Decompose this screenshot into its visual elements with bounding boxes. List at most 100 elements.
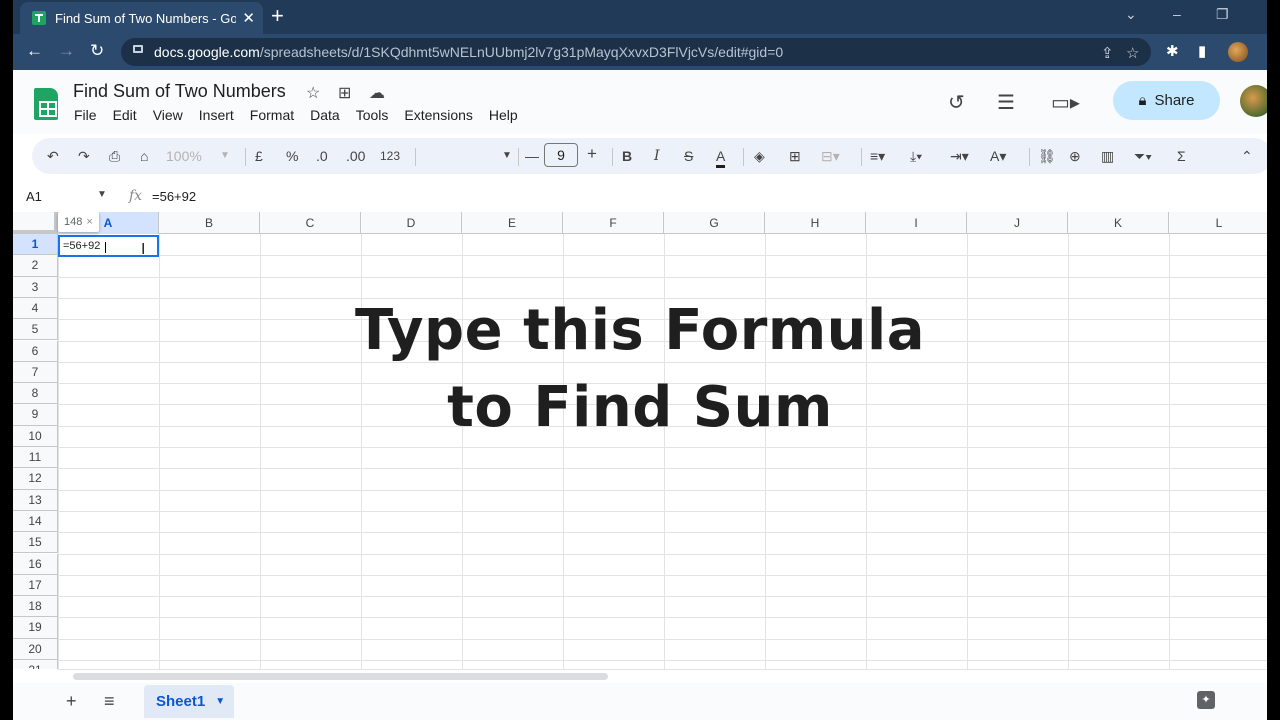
horizontal-align-icon[interactable]: ≡▾	[870, 147, 885, 165]
italic-button[interactable]: I	[654, 147, 660, 165]
forward-icon[interactable]: →	[58, 41, 75, 61]
paint-format-icon[interactable]: ⌂	[140, 147, 148, 165]
scrollbar-thumb[interactable]	[73, 673, 608, 680]
column-header-i[interactable]: I	[866, 212, 967, 234]
column-header-g[interactable]: G	[664, 212, 765, 234]
explore-icon[interactable]: ✦	[1197, 691, 1215, 709]
sheets-logo-icon[interactable]	[34, 88, 58, 120]
column-header-j[interactable]: J	[967, 212, 1068, 234]
column-header-b[interactable]: B	[159, 212, 260, 234]
row-header-2[interactable]: 2	[13, 255, 58, 277]
side-panel-icon[interactable]: ▮	[1198, 42, 1206, 60]
share-button[interactable]: 🔒︎ Share	[1113, 81, 1220, 120]
menu-insert[interactable]: Insert	[199, 107, 234, 123]
address-bar[interactable]: docs.google.com/spreadsheets/d/1SKQdhmt5…	[121, 38, 1151, 66]
cloud-saved-icon[interactable]: ☁	[369, 83, 385, 103]
version-history-icon[interactable]: ↺	[948, 90, 965, 115]
strikethrough-button[interactable]: S	[684, 147, 693, 165]
preview-close-icon[interactable]: ×	[86, 216, 92, 228]
vertical-align-icon[interactable]: ⤓▾	[910, 147, 922, 165]
undo-icon[interactable]: ↶	[47, 147, 59, 165]
tab-search-icon[interactable]: ⌄	[1125, 6, 1137, 23]
sheet-tab-caret-icon[interactable]: ▼	[215, 696, 225, 707]
menu-edit[interactable]: Edit	[113, 107, 137, 123]
menu-data[interactable]: Data	[310, 107, 340, 123]
document-title[interactable]: Find Sum of Two Numbers	[73, 81, 286, 102]
insert-link-icon[interactable]: ⛓	[1038, 147, 1056, 165]
font-size-plus-button[interactable]: +	[587, 145, 597, 163]
merge-cells-icon[interactable]: ⊟▾	[821, 147, 840, 165]
filter-icon[interactable]: ⏷▾	[1134, 147, 1152, 165]
meet-icon[interactable]: ▭▸	[1051, 90, 1080, 115]
menu-extensions[interactable]: Extensions	[404, 107, 472, 123]
insert-chart-icon[interactable]: ▥	[1101, 147, 1114, 165]
profile-avatar[interactable]	[1228, 42, 1248, 62]
bold-button[interactable]: B	[622, 147, 632, 165]
all-sheets-button[interactable]: ≡	[104, 691, 115, 712]
currency-format-button[interactable]: £	[255, 147, 263, 165]
star-icon[interactable]: ☆	[306, 83, 320, 103]
row-header-15[interactable]: 15	[13, 532, 58, 554]
select-all-corner[interactable]	[13, 212, 58, 234]
column-header-h[interactable]: H	[765, 212, 866, 234]
add-sheet-button[interactable]: +	[66, 691, 77, 712]
row-header-1[interactable]: 1	[13, 234, 58, 256]
column-header-k[interactable]: K	[1068, 212, 1169, 234]
column-header-e[interactable]: E	[462, 212, 563, 234]
reload-icon[interactable]: ↻	[90, 41, 104, 61]
functions-button[interactable]: Σ	[1177, 147, 1186, 165]
row-header-16[interactable]: 16	[13, 553, 58, 575]
insert-comment-icon[interactable]: ⊕	[1069, 147, 1081, 165]
user-avatar[interactable]	[1240, 85, 1267, 117]
print-icon[interactable]: ⎙	[109, 147, 120, 165]
font-family-caret-icon[interactable]: ▼	[502, 147, 512, 165]
zoom-select[interactable]: 100%	[166, 147, 202, 165]
text-rotation-icon[interactable]: A▾	[990, 147, 1006, 165]
menu-file[interactable]: File	[74, 107, 97, 123]
menu-tools[interactable]: Tools	[356, 107, 389, 123]
column-header-l[interactable]: L	[1169, 212, 1267, 234]
name-box[interactable]: A1	[26, 189, 42, 204]
tab-close-icon[interactable]: ✕	[242, 9, 255, 27]
back-icon[interactable]: ←	[26, 41, 43, 61]
collapse-menus-icon[interactable]: ⌃	[1241, 147, 1253, 165]
row-header-18[interactable]: 18	[13, 596, 58, 618]
sheet-tab-sheet1[interactable]: Sheet1 ▼	[144, 685, 234, 718]
restore-icon[interactable]: ❐	[1216, 6, 1229, 23]
move-folder-icon[interactable]: ⊞	[338, 83, 351, 103]
menu-format[interactable]: Format	[250, 107, 294, 123]
formula-input[interactable]: =56+92	[152, 189, 196, 204]
borders-icon[interactable]: ⊞	[789, 147, 801, 165]
font-size-minus-button[interactable]: —	[525, 147, 539, 165]
column-header-c[interactable]: C	[260, 212, 361, 234]
row-header-19[interactable]: 19	[13, 617, 58, 639]
fill-color-icon[interactable]: ◈	[754, 147, 765, 165]
row-header-20[interactable]: 20	[13, 638, 58, 660]
menu-help[interactable]: Help	[489, 107, 518, 123]
more-formats-button[interactable]: 123	[380, 147, 400, 165]
name-box-caret-icon[interactable]: ▼	[97, 189, 107, 200]
percent-format-button[interactable]: %	[286, 147, 298, 165]
new-tab-button[interactable]: +	[271, 4, 284, 28]
browser-tab[interactable]: Find Sum of Two Numbers - Goo ✕	[20, 2, 263, 34]
horizontal-scrollbar[interactable]	[58, 669, 1267, 681]
row-header-14[interactable]: 14	[13, 510, 58, 533]
column-header-f[interactable]: F	[563, 212, 664, 234]
row-header-21[interactable]: 21	[13, 660, 58, 669]
text-wrapping-icon[interactable]: ⇥▾	[950, 147, 969, 165]
decrease-decimal-button[interactable]: .0	[316, 147, 328, 165]
row-header-17[interactable]: 17	[13, 574, 58, 597]
increase-decimal-button[interactable]: .00	[346, 147, 365, 165]
share-page-icon[interactable]: ⇪	[1101, 44, 1114, 62]
menu-view[interactable]: View	[153, 107, 183, 123]
column-header-d[interactable]: D	[361, 212, 462, 234]
font-size-input[interactable]: 9	[544, 143, 578, 167]
row-header-12[interactable]: 12	[13, 468, 58, 490]
comments-icon[interactable]: ☰	[997, 90, 1015, 115]
bookmark-star-icon[interactable]: ☆	[1126, 44, 1139, 62]
minimize-icon[interactable]: –	[1173, 6, 1181, 22]
extensions-icon[interactable]: ✱	[1166, 42, 1179, 60]
row-header-11[interactable]: 11	[13, 447, 58, 469]
row-header-13[interactable]: 13	[13, 489, 58, 511]
redo-icon[interactable]: ↷	[78, 147, 90, 165]
